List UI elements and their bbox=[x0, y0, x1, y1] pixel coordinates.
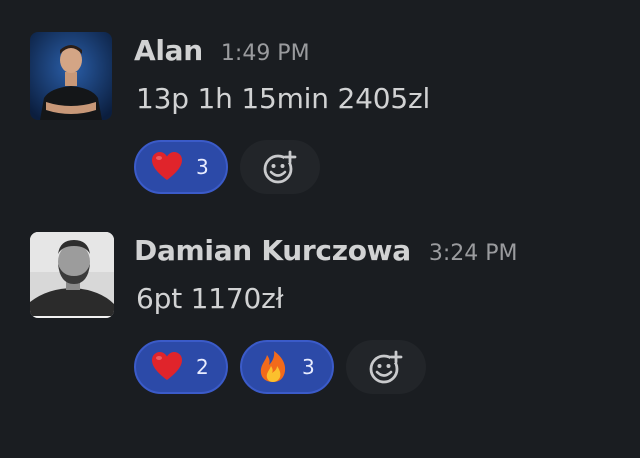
add-emoji-icon bbox=[263, 150, 297, 184]
avatar[interactable] bbox=[30, 232, 114, 318]
reaction-count: 2 bbox=[196, 355, 209, 379]
add-reaction-button[interactable] bbox=[240, 140, 320, 194]
reaction-count: 3 bbox=[302, 355, 315, 379]
reaction-fire[interactable]: 3 bbox=[240, 340, 334, 394]
reaction-heart[interactable]: 2 bbox=[134, 340, 228, 394]
message-text: 13p 1h 15min 2405zl bbox=[136, 82, 431, 115]
reactions-bar: 2 3 bbox=[134, 340, 426, 394]
message-text: 6pt 1170zł bbox=[136, 282, 284, 315]
author-name[interactable]: Alan bbox=[134, 34, 203, 67]
avatar[interactable] bbox=[30, 32, 112, 120]
fire-icon bbox=[260, 351, 286, 382]
add-emoji-icon bbox=[369, 350, 403, 384]
user-photo bbox=[30, 32, 112, 120]
heart-icon bbox=[152, 352, 182, 380]
user-photo bbox=[30, 232, 114, 318]
message-header: Alan 1:49 PM bbox=[134, 34, 310, 70]
timestamp[interactable]: 1:49 PM bbox=[221, 41, 310, 66]
reaction-count: 3 bbox=[196, 155, 209, 179]
heart-icon bbox=[152, 152, 182, 180]
reaction-heart[interactable]: 3 bbox=[134, 140, 228, 194]
reactions-bar: 3 bbox=[134, 140, 320, 194]
author-name[interactable]: Damian Kurczowa bbox=[134, 234, 411, 267]
message-header: Damian Kurczowa 3:24 PM bbox=[134, 234, 517, 270]
add-reaction-button[interactable] bbox=[346, 340, 426, 394]
timestamp[interactable]: 3:24 PM bbox=[429, 241, 518, 266]
